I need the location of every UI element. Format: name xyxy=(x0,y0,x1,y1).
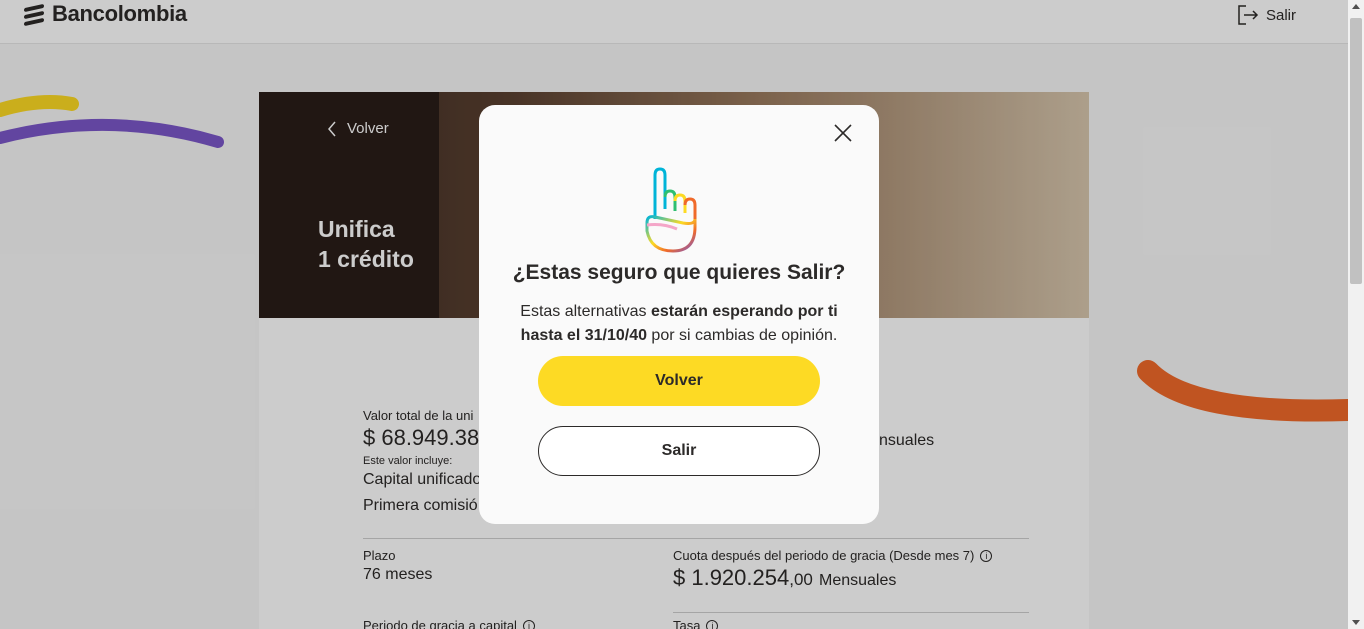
close-icon[interactable] xyxy=(833,123,853,143)
confirm-exit-button[interactable]: Salir xyxy=(538,426,820,476)
pointing-hand-icon xyxy=(645,167,697,253)
modal-title: ¿Estas seguro que quieres Salir? xyxy=(512,261,846,284)
scroll-thumb[interactable] xyxy=(1350,18,1362,284)
modal-message: Estas alternativas estarán esperando por… xyxy=(520,303,838,344)
stay-button[interactable]: Volver xyxy=(538,356,820,406)
scroll-up-arrow-icon[interactable] xyxy=(1352,4,1360,9)
scrollbar[interactable] xyxy=(1348,0,1364,629)
scroll-down-arrow-icon[interactable] xyxy=(1352,620,1360,625)
exit-confirmation-modal: ¿Estas seguro que quieres Salir? Estas a… xyxy=(479,105,879,524)
